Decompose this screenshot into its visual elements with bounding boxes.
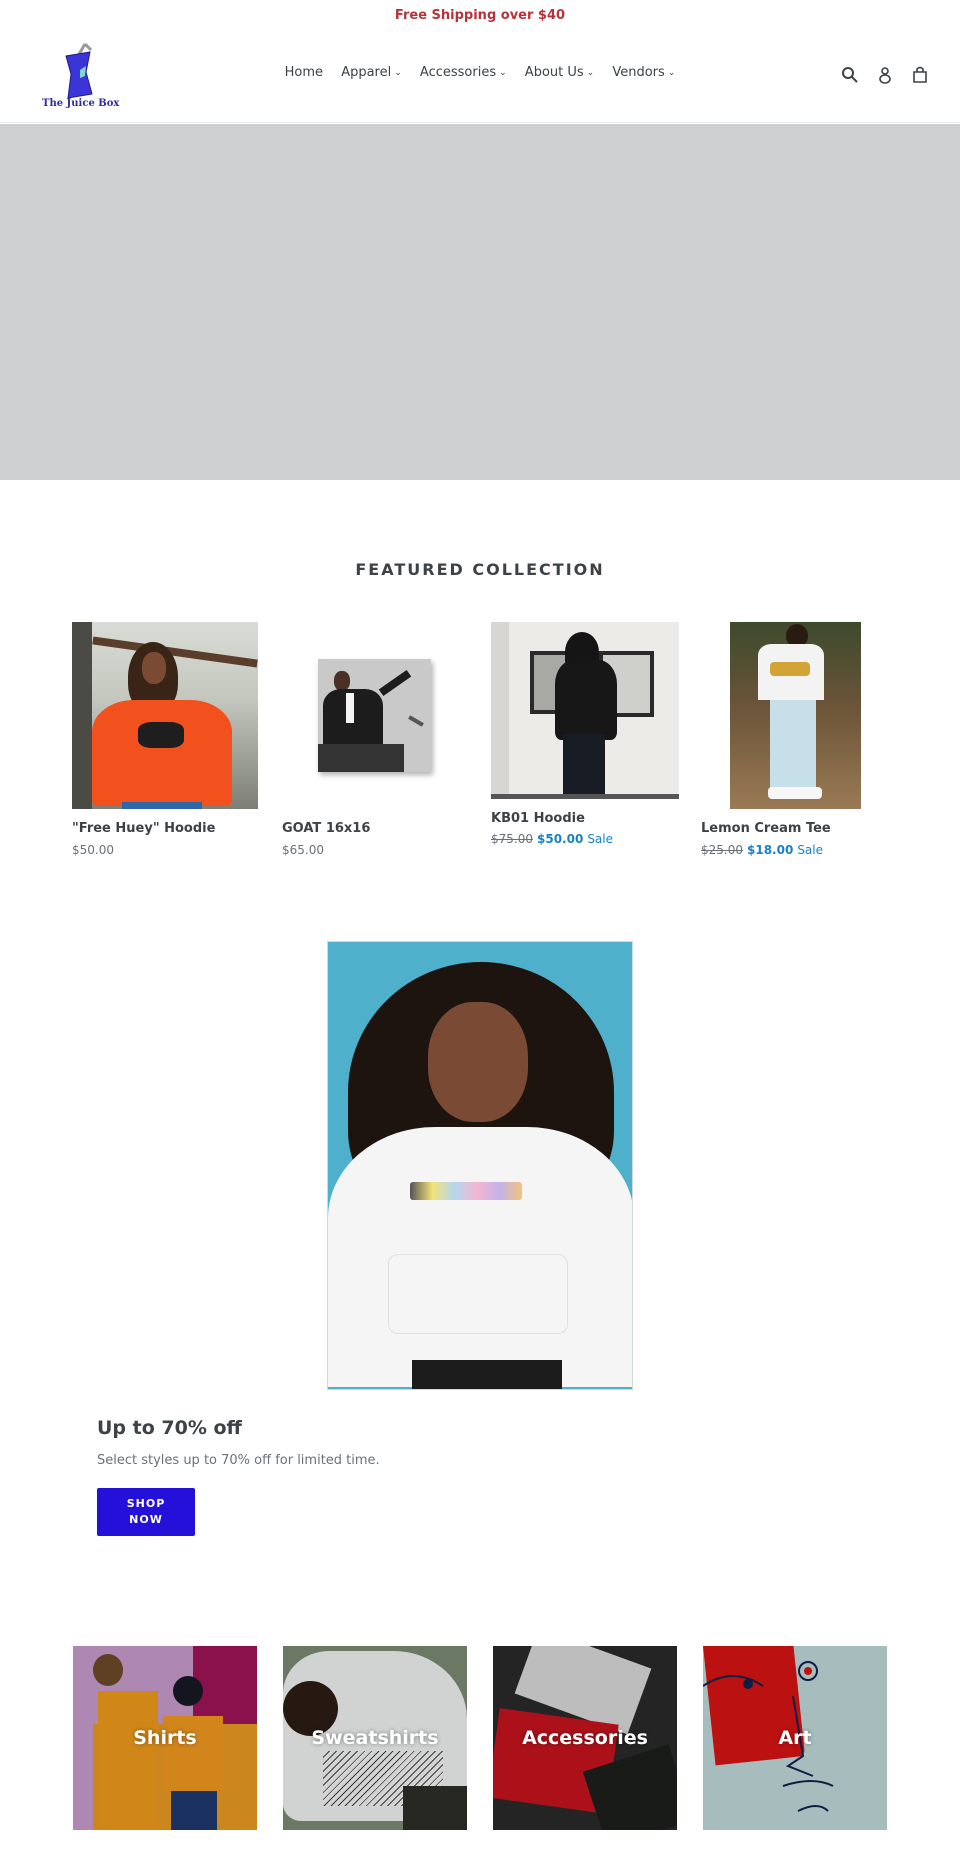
- promo-text: Select styles up to 70% off for limited …: [97, 1453, 380, 1468]
- nav-label: Accessories: [419, 65, 497, 80]
- nav-label: Vendors: [612, 65, 665, 80]
- product-image[interactable]: [491, 622, 679, 799]
- announcement-text: Free Shipping over $40: [394, 8, 566, 23]
- collection-label: Art: [778, 1727, 812, 1749]
- collection-label: Sweatshirts: [311, 1727, 439, 1749]
- chevron-down-icon: ⌄: [499, 68, 507, 78]
- product-price: $65.00: [282, 843, 324, 857]
- nav-label: About Us: [524, 65, 584, 80]
- price-compare: $25.00: [701, 843, 743, 857]
- featured-collection-title: FEATURED COLLECTION: [355, 560, 605, 579]
- collection-label: Shirts: [133, 1727, 197, 1749]
- collection-card-shirts[interactable]: Shirts: [73, 1646, 257, 1830]
- sale-label: Sale: [797, 843, 823, 857]
- button-label-line1: SHOP: [126, 1497, 166, 1510]
- nav-item-accessories[interactable]: Accessories ⌄: [420, 65, 507, 80]
- main-nav: Home Apparel ⌄ Accessories ⌄ About Us ⌄ Ven…: [0, 65, 960, 80]
- collection-card-art[interactable]: Art: [703, 1646, 887, 1830]
- announcement-bar: Free Shipping over $40: [0, 0, 960, 32]
- product-title[interactable]: GOAT 16x16: [282, 821, 370, 836]
- chevron-down-icon: ⌄: [667, 68, 676, 78]
- nav-label: Apparel: [341, 65, 392, 80]
- price-compare: $75.00: [491, 832, 533, 846]
- shop-now-button[interactable]: SHOP NOW: [97, 1488, 195, 1536]
- promo-heading: Up to 70% off: [97, 1417, 242, 1439]
- product-image[interactable]: [72, 622, 258, 809]
- button-label-line2: NOW: [129, 1513, 163, 1526]
- product-image[interactable]: [318, 659, 431, 772]
- product-price: $25.00 $18.00 Sale: [701, 843, 823, 857]
- product-image[interactable]: [730, 622, 861, 809]
- product-price: $75.00 $50.00 Sale: [491, 832, 613, 846]
- product-title[interactable]: "Free Huey" Hoodie: [72, 821, 215, 836]
- logo-text: The Juice Box: [42, 98, 120, 109]
- collection-card-accessories[interactable]: Accessories: [493, 1646, 677, 1830]
- collection-label: Accessories: [522, 1727, 648, 1749]
- nav-label: Home: [284, 65, 324, 80]
- price-sale: $50.00: [537, 832, 584, 846]
- product-card[interactable]: Lemon Cream Tee $25.00 $18.00 Sale: [701, 622, 887, 862]
- cart-icon[interactable]: [910, 65, 930, 85]
- product-title[interactable]: KB01 Hoodie: [491, 811, 585, 826]
- site-header: The Juice Box Home Apparel ⌄ Accessories ⌄…: [0, 32, 960, 123]
- nav-item-apparel[interactable]: Apparel ⌄: [341, 65, 402, 80]
- product-card[interactable]: "Free Huey" Hoodie $50.00: [72, 622, 258, 862]
- price-regular: $65.00: [282, 843, 324, 857]
- product-title[interactable]: Lemon Cream Tee: [701, 821, 831, 836]
- price-regular: $50.00: [72, 843, 114, 857]
- collection-card-sweatshirts[interactable]: Sweatshirts: [283, 1646, 467, 1830]
- product-price: $50.00: [72, 843, 114, 857]
- price-sale: $18.00: [747, 843, 794, 857]
- nav-item-about-us[interactable]: About Us ⌄: [525, 65, 594, 80]
- chevron-down-icon: ⌄: [586, 68, 595, 78]
- product-card[interactable]: KB01 Hoodie $75.00 $50.00 Sale: [491, 622, 679, 852]
- chevron-down-icon: ⌄: [394, 68, 402, 78]
- nav-item-vendors[interactable]: Vendors ⌄: [612, 65, 675, 80]
- header-icons: [840, 65, 930, 85]
- product-card[interactable]: GOAT 16x16 $65.00: [282, 622, 468, 862]
- search-icon[interactable]: [840, 65, 860, 85]
- promo-image: [327, 941, 633, 1390]
- nav-item-home[interactable]: Home: [285, 65, 323, 80]
- hero-slideshow: [0, 124, 960, 480]
- sale-label: Sale: [587, 832, 613, 846]
- account-icon[interactable]: [875, 65, 895, 85]
